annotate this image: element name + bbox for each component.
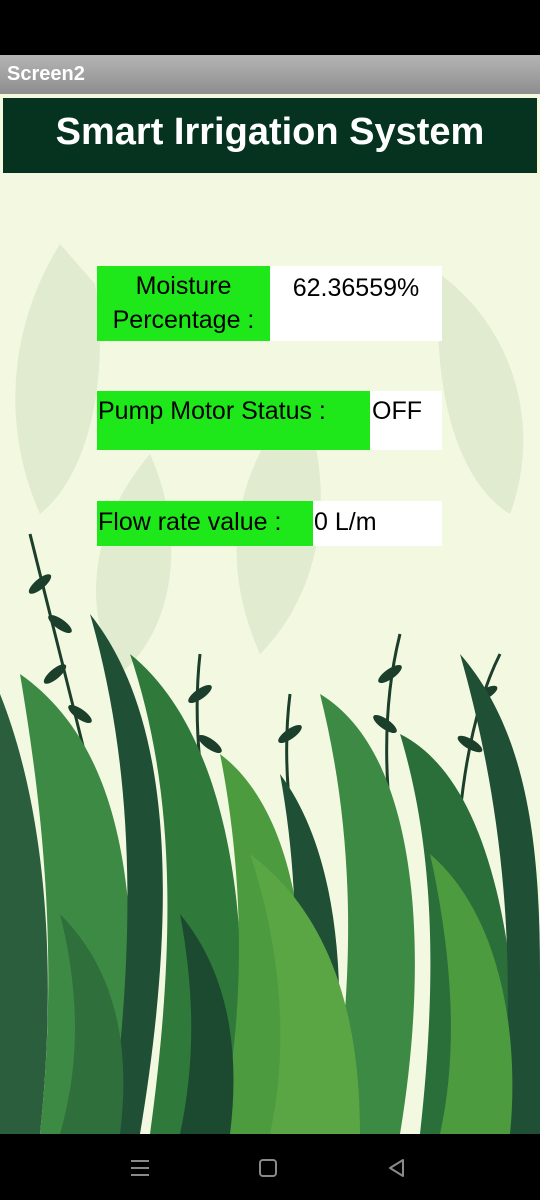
triangle-back-icon [389,1159,404,1177]
screen-content: Smart Irrigation System Moisture Percent… [0,94,540,1134]
tropical-leaves-background [0,244,540,1134]
pump-status-value: OFF [370,391,442,450]
square-home-icon [259,1159,277,1177]
back-button[interactable] [377,1154,417,1182]
navigation-bar [0,1134,540,1200]
window-title: Screen2 [0,55,540,94]
home-button[interactable] [248,1154,288,1182]
moisture-value: 62.36559% [270,266,442,341]
page-title: Smart Irrigation System [3,98,537,173]
moisture-label-text: Moisture Percentage : [112,272,255,334]
moisture-label: Moisture Percentage : [97,266,270,341]
flow-rate-label: Flow rate value : [97,501,314,546]
recents-button[interactable] [120,1154,160,1182]
pump-status-label: Pump Motor Status : [97,391,371,450]
menu-lines-icon [131,1160,149,1176]
status-bar [0,0,540,55]
flow-rate-value: 0 L/m [313,501,442,546]
